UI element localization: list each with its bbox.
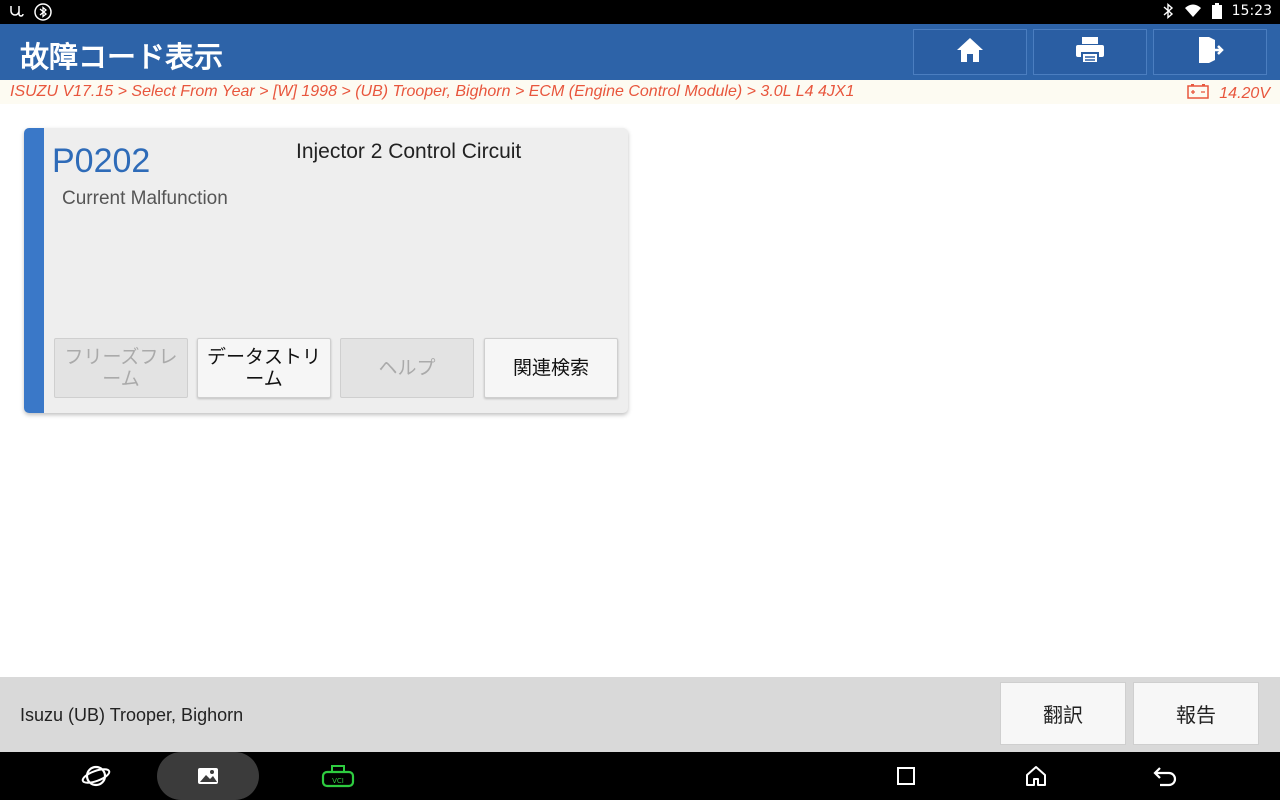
vci-icon[interactable]: VCI <box>318 752 358 800</box>
voltage-indicator: 14.20V <box>1187 83 1270 104</box>
back-icon[interactable] <box>1145 752 1185 800</box>
gallery-icon[interactable] <box>188 752 228 800</box>
voltage-value: 14.20V <box>1219 84 1270 102</box>
print-button[interactable] <box>1033 29 1147 75</box>
vci-label: VCI <box>332 777 344 785</box>
battery-icon <box>1211 3 1222 19</box>
print-icon <box>1074 36 1106 68</box>
data-stream-button[interactable]: データストリーム <box>197 338 331 398</box>
translate-button[interactable]: 翻訳 <box>1000 682 1126 745</box>
dtc-status: Current Malfunction <box>62 188 228 209</box>
card-accent-stripe <box>24 128 44 413</box>
breadcrumb-path: ISUZU V17.15 > Select From Year > [W] 19… <box>10 83 855 100</box>
status-bar: 15:23 <box>0 0 1280 24</box>
freeze-frame-button[interactable]: フリーズフレーム <box>54 338 188 398</box>
bluetooth-circle-icon <box>34 3 52 21</box>
app-header: 故障コード表示 <box>0 24 1280 80</box>
browser-icon[interactable] <box>76 752 116 800</box>
stethoscope-icon <box>8 4 24 20</box>
vehicle-info: Isuzu (UB) Trooper, Bighorn <box>20 705 244 725</box>
footer-bar: Isuzu (UB) Trooper, Bighorn 翻訳 報告 <box>0 677 1280 752</box>
car-battery-icon <box>1187 83 1210 104</box>
home-icon <box>955 36 985 68</box>
wifi-icon <box>1184 4 1202 18</box>
dtc-card: P0202 Current Malfunction Injector 2 Con… <box>24 128 628 413</box>
home-button[interactable] <box>913 29 1027 75</box>
breadcrumb: ISUZU V17.15 > Select From Year > [W] 19… <box>0 80 1280 104</box>
report-button[interactable]: 報告 <box>1133 682 1259 745</box>
recent-apps-icon[interactable] <box>886 752 926 800</box>
exit-icon <box>1195 35 1225 69</box>
home-nav-icon[interactable] <box>1016 752 1056 800</box>
related-search-button[interactable]: 関連検索 <box>484 338 618 398</box>
exit-button[interactable] <box>1153 29 1267 75</box>
system-nav-bar: VCI <box>0 752 1280 800</box>
bluetooth-icon <box>1162 3 1174 19</box>
clock: 15:23 <box>1231 3 1272 19</box>
dtc-description: Injector 2 Control Circuit <box>296 140 522 163</box>
page-title: 故障コード表示 <box>20 40 224 74</box>
help-button[interactable]: ヘルプ <box>340 338 474 398</box>
dtc-code: P0202 <box>52 142 151 180</box>
